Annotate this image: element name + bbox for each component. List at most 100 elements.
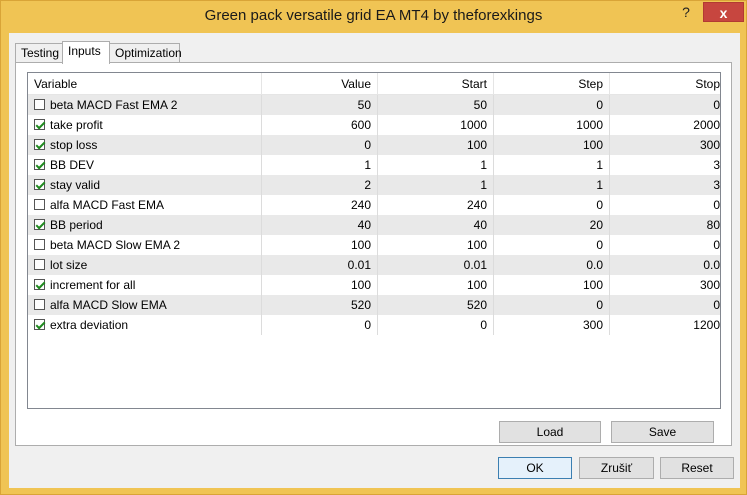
header-variable[interactable]: Variable [28, 73, 262, 95]
value-cell[interactable]: 240 [262, 195, 378, 215]
header-stop[interactable]: Stop [610, 73, 720, 95]
value-cell[interactable]: 2 [262, 175, 378, 195]
step-cell[interactable]: 100 [494, 135, 610, 155]
stop-cell[interactable]: 80 [610, 215, 720, 235]
stop-cell[interactable]: 300 [610, 275, 720, 295]
start-cell[interactable]: 240 [378, 195, 494, 215]
checkbox-checked-icon[interactable] [34, 319, 45, 330]
step-cell[interactable]: 100 [494, 275, 610, 295]
variable-cell[interactable]: increment for all [28, 275, 262, 295]
start-cell[interactable]: 100 [378, 235, 494, 255]
start-cell[interactable]: 100 [378, 275, 494, 295]
variable-cell[interactable]: BB DEV [28, 155, 262, 175]
tab-inputs[interactable]: Inputs [62, 41, 110, 64]
step-cell[interactable]: 1 [494, 175, 610, 195]
stop-cell[interactable]: 1200 [610, 315, 720, 335]
start-cell[interactable]: 1000 [378, 115, 494, 135]
variable-cell[interactable]: alfa MACD Slow EMA [28, 295, 262, 315]
checkbox-unchecked-icon[interactable] [34, 99, 45, 110]
value-cell[interactable]: 1 [262, 155, 378, 175]
step-cell[interactable]: 0 [494, 295, 610, 315]
checkbox-unchecked-icon[interactable] [34, 299, 45, 310]
step-cell[interactable]: 0.0 [494, 255, 610, 275]
value-cell[interactable]: 40 [262, 215, 378, 235]
checkbox-checked-icon[interactable] [34, 179, 45, 190]
variable-cell[interactable]: BB period [28, 215, 262, 235]
stop-cell[interactable]: 3 [610, 175, 720, 195]
value-cell[interactable]: 600 [262, 115, 378, 135]
inputs-grid[interactable]: Variable Value Start Step Stop beta MACD… [27, 72, 721, 409]
variable-cell[interactable]: stop loss [28, 135, 262, 155]
stop-cell[interactable]: 2000 [610, 115, 720, 135]
start-cell[interactable]: 520 [378, 295, 494, 315]
value-cell[interactable]: 50 [262, 95, 378, 115]
variable-cell[interactable]: take profit [28, 115, 262, 135]
reset-button[interactable]: Reset [660, 457, 734, 479]
start-cell[interactable]: 1 [378, 175, 494, 195]
value-cell[interactable]: 100 [262, 235, 378, 255]
table-row[interactable]: stop loss 0 100 100 300 [28, 135, 720, 155]
start-cell[interactable]: 0.01 [378, 255, 494, 275]
value-cell[interactable]: 0.01 [262, 255, 378, 275]
checkbox-checked-icon[interactable] [34, 279, 45, 290]
value-cell[interactable]: 520 [262, 295, 378, 315]
stop-cell[interactable]: 0.0 [610, 255, 720, 275]
table-row[interactable]: alfa MACD Fast EMA 240 240 0 0 [28, 195, 720, 215]
table-row[interactable]: beta MACD Slow EMA 2 100 100 0 0 [28, 235, 720, 255]
header-start[interactable]: Start [378, 73, 494, 95]
save-button[interactable]: Save [611, 421, 714, 443]
step-cell[interactable]: 0 [494, 195, 610, 215]
close-button[interactable]: x [703, 2, 744, 22]
checkbox-unchecked-icon[interactable] [34, 259, 45, 270]
start-cell[interactable]: 1 [378, 155, 494, 175]
tab-testing[interactable]: Testing [15, 43, 63, 63]
start-cell[interactable]: 100 [378, 135, 494, 155]
load-button[interactable]: Load [499, 421, 601, 443]
start-cell[interactable]: 50 [378, 95, 494, 115]
checkbox-unchecked-icon[interactable] [34, 199, 45, 210]
value-cell[interactable]: 0 [262, 315, 378, 335]
tab-optimization[interactable]: Optimization [109, 43, 182, 63]
step-cell[interactable]: 0 [494, 235, 610, 255]
variable-cell[interactable]: stay valid [28, 175, 262, 195]
checkbox-checked-icon[interactable] [34, 159, 45, 170]
start-cell[interactable]: 40 [378, 215, 494, 235]
checkbox-checked-icon[interactable] [34, 119, 45, 130]
header-step[interactable]: Step [494, 73, 610, 95]
table-row[interactable]: BB period 40 40 20 80 [28, 215, 720, 235]
table-row[interactable]: beta MACD Fast EMA 2 50 50 0 0 [28, 95, 720, 115]
table-row[interactable]: extra deviation 0 0 300 1200 [28, 315, 720, 335]
cancel-button[interactable]: Zrušiť [579, 457, 654, 479]
stop-cell[interactable]: 0 [610, 95, 720, 115]
step-cell[interactable]: 1000 [494, 115, 610, 135]
variable-cell[interactable]: beta MACD Fast EMA 2 [28, 95, 262, 115]
ok-button[interactable]: OK [498, 457, 572, 479]
stop-cell[interactable]: 0 [610, 295, 720, 315]
stop-cell[interactable]: 0 [610, 195, 720, 215]
variable-cell[interactable]: beta MACD Slow EMA 2 [28, 235, 262, 255]
table-row[interactable]: alfa MACD Slow EMA 520 520 0 0 [28, 295, 720, 315]
start-cell[interactable]: 0 [378, 315, 494, 335]
table-row[interactable]: increment for all 100 100 100 300 [28, 275, 720, 295]
header-value[interactable]: Value [262, 73, 378, 95]
checkbox-checked-icon[interactable] [34, 139, 45, 150]
checkbox-unchecked-icon[interactable] [34, 239, 45, 250]
checkbox-checked-icon[interactable] [34, 219, 45, 230]
step-cell[interactable]: 300 [494, 315, 610, 335]
variable-cell[interactable]: alfa MACD Fast EMA [28, 195, 262, 215]
variable-cell[interactable]: extra deviation [28, 315, 262, 335]
table-row[interactable]: BB DEV 1 1 1 3 [28, 155, 720, 175]
step-cell[interactable]: 0 [494, 95, 610, 115]
stop-cell[interactable]: 300 [610, 135, 720, 155]
step-cell[interactable]: 20 [494, 215, 610, 235]
step-cell[interactable]: 1 [494, 155, 610, 175]
table-row[interactable]: lot size 0.01 0.01 0.0 0.0 [28, 255, 720, 275]
title-bar[interactable]: Green pack versatile grid EA MT4 by thef… [1, 1, 746, 33]
stop-cell[interactable]: 0 [610, 235, 720, 255]
value-cell[interactable]: 0 [262, 135, 378, 155]
value-cell[interactable]: 100 [262, 275, 378, 295]
table-row[interactable]: take profit 600 1000 1000 2000 [28, 115, 720, 135]
table-row[interactable]: stay valid 2 1 1 3 [28, 175, 720, 195]
stop-cell[interactable]: 3 [610, 155, 720, 175]
variable-cell[interactable]: lot size [28, 255, 262, 275]
